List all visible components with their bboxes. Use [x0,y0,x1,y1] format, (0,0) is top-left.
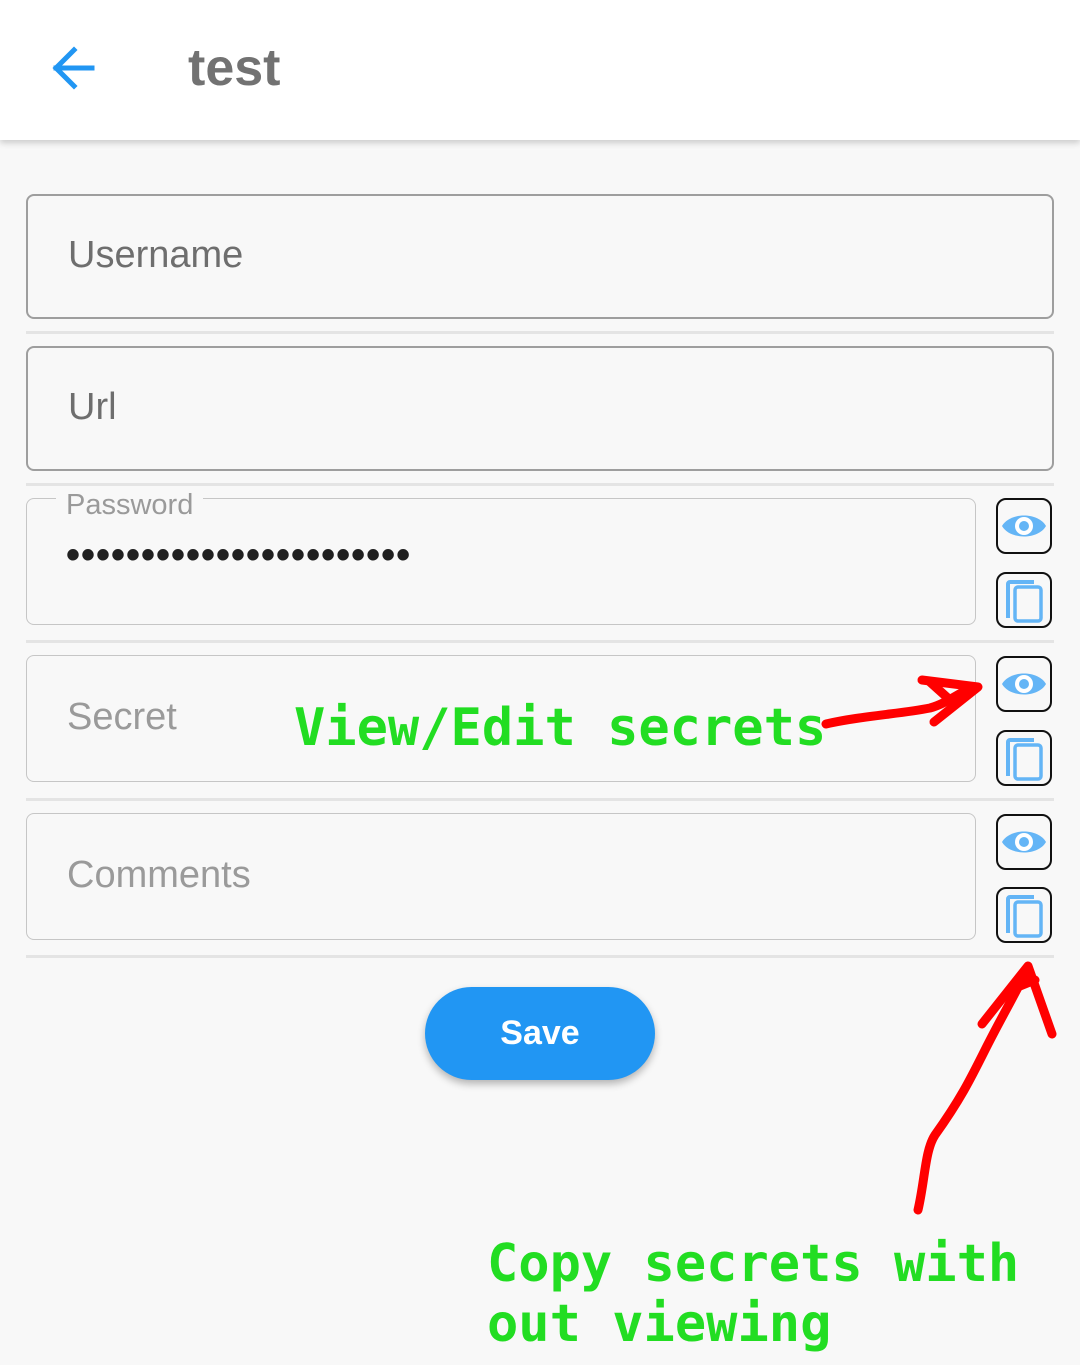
back-button[interactable] [40,36,110,100]
comments-field[interactable]: Comments [26,813,976,940]
secret-label: Secret [67,696,177,738]
password-label: Password [56,487,204,523]
password-value: ••••••••••••••••••••••• [66,533,412,577]
copy-icon [1006,895,1043,938]
divider [26,483,1054,486]
copy-icon [1006,738,1043,781]
divider [26,640,1054,643]
password-view-button[interactable] [996,498,1052,554]
annotation-copy-line2: out viewing [487,1294,832,1354]
eye-icon [1002,673,1046,695]
app-bar: test [0,0,1080,140]
eye-icon [1002,831,1046,853]
arrow-back-icon [52,46,95,90]
divider [26,955,1054,958]
comments-label: Comments [67,854,251,896]
arrow-to-copy-icon [913,961,1057,1215]
eye-icon [1002,515,1046,537]
copy-icon [1006,580,1043,623]
annotation-view-edit: View/Edit secrets [294,698,827,758]
save-button[interactable]: Save [425,987,655,1080]
url-field[interactable]: Url [26,346,1054,471]
divider [26,331,1054,334]
username-label: Username [68,234,244,276]
secret-view-button[interactable] [996,656,1052,712]
username-field[interactable]: Username [26,194,1054,319]
secret-copy-button[interactable] [996,730,1052,786]
page-title: test [188,39,281,97]
divider [26,798,1054,801]
annotation-copy-line1: Copy secrets with [487,1234,1020,1294]
comments-view-button[interactable] [996,814,1052,870]
comments-copy-button[interactable] [996,887,1052,943]
url-label: Url [68,386,117,428]
password-copy-button[interactable] [996,572,1052,628]
